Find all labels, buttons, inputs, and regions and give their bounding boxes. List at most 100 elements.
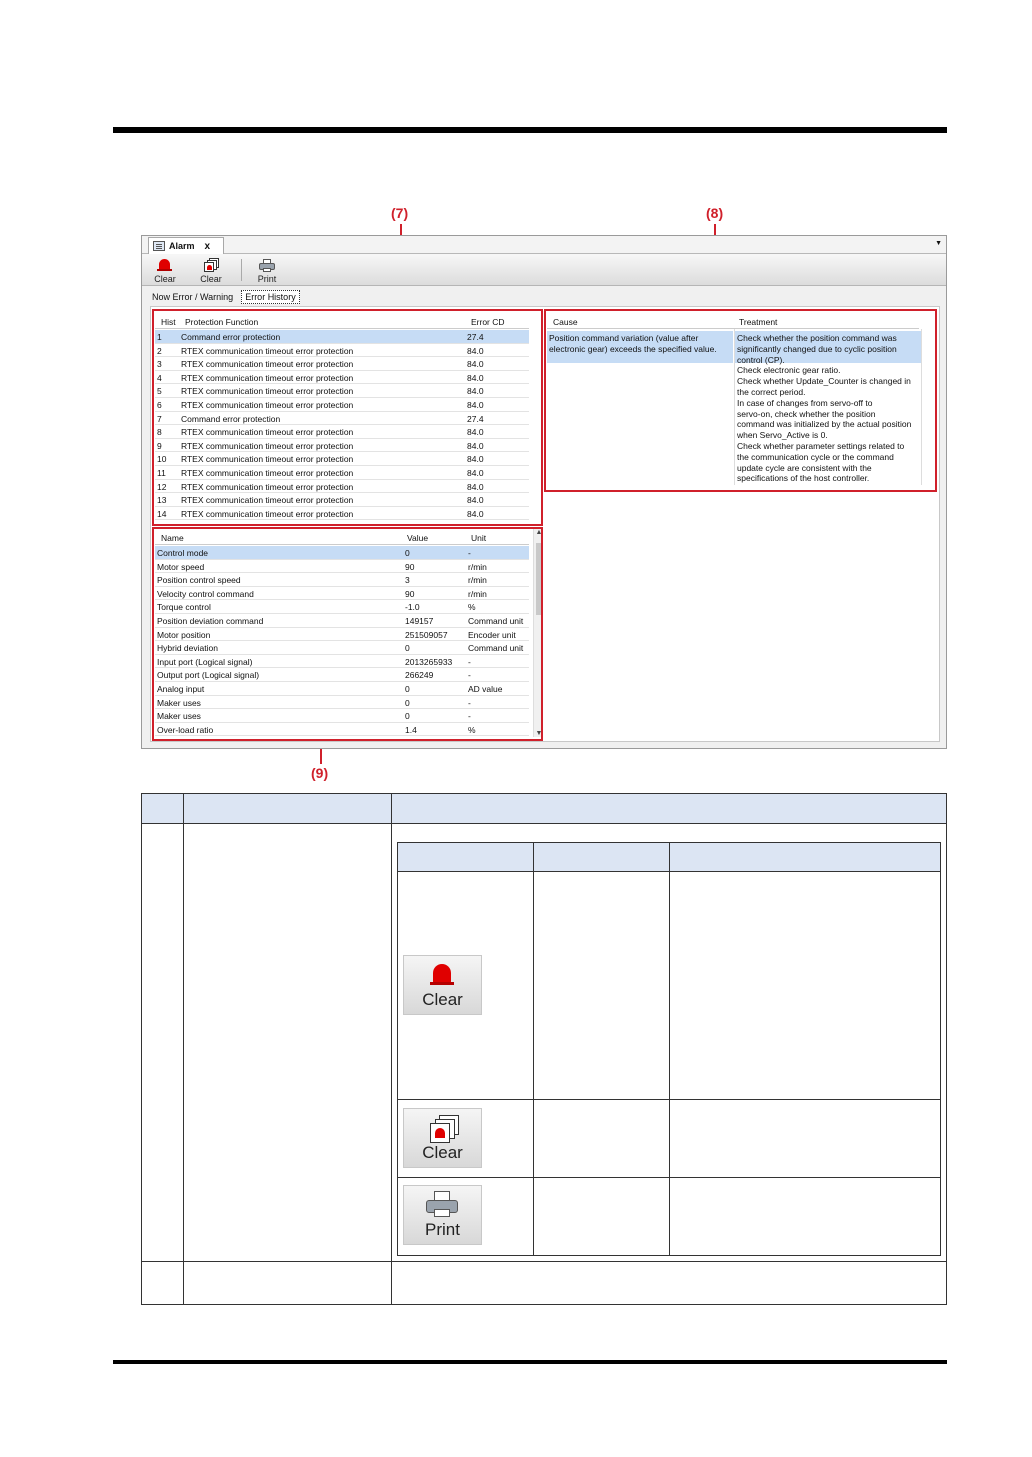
alarm-tab[interactable]: Alarm x <box>148 237 224 254</box>
cause-cell[interactable]: Position command variation (value after e… <box>547 331 733 363</box>
history-row[interactable]: 13 RTEX communication timeout error prote… <box>155 493 529 507</box>
monitor-row[interactable]: Analog input 0 AD value <box>155 682 529 696</box>
inner-cell-clearall-desc <box>669 1099 941 1178</box>
monitor-row[interactable]: Motor speed 90 r/min <box>155 560 529 574</box>
monitor-cell-name: Position control speed <box>157 575 241 586</box>
history-row[interactable]: 2 RTEX communication timeout error protec… <box>155 344 529 358</box>
table-cell-item-7 <box>183 823 392 1262</box>
alarm-list-icon <box>153 241 165 251</box>
tab-now-error[interactable]: Now Error / Warning <box>148 290 237 304</box>
monitor-row[interactable]: Velocity control command 90 r/min <box>155 587 529 601</box>
cause-text: Position command variation (value after e… <box>549 333 717 354</box>
footer-rule <box>113 1360 947 1364</box>
history-cell-function: RTEX communication timeout error protect… <box>181 427 354 438</box>
monitor-cell-unit: Encoder unit <box>468 629 516 640</box>
scroll-thumb[interactable] <box>536 543 542 615</box>
col-error-code: Error CD <box>471 317 505 327</box>
history-cell-code: 27.4 <box>467 413 484 424</box>
monitor-row[interactable]: Torque control -1.0% <box>155 600 529 614</box>
history-cell-hist: 14 <box>157 508 167 519</box>
printer-icon <box>259 259 275 272</box>
table-header-item <box>183 793 392 824</box>
clear-all-button-label: Clear <box>200 274 222 284</box>
history-cell-hist: 9 <box>157 440 162 451</box>
monitor-row[interactable]: Position control speed 3 r/min <box>155 573 529 587</box>
monitor-cell-name: Motor position <box>157 629 211 640</box>
clear-history-icon <box>430 1115 460 1143</box>
history-cell-code: 84.0 <box>467 372 484 383</box>
monitor-row[interactable]: Hybrid deviation 0 Command unit <box>155 641 529 655</box>
history-row[interactable]: 7 Command error protection 27.4 <box>155 412 529 426</box>
inner-cell-print-desc <box>669 1177 941 1256</box>
dropdown-arrow-icon[interactable]: ▼ <box>935 240 942 247</box>
monitor-cell-unit: % <box>468 602 476 613</box>
print-button-illustration: Print <box>403 1185 482 1245</box>
monitor-cell-unit: r/min <box>468 575 487 586</box>
history-cell-code: 84.0 <box>467 400 484 410</box>
history-row[interactable]: 3 RTEX communication timeout error protec… <box>155 357 529 371</box>
toolbar-separator <box>241 259 242 281</box>
history-row[interactable]: 5 RTEX communication timeout error protec… <box>155 384 529 398</box>
alarm-window: Alarm x ▼ Clear Clear Print Now Error / … <box>141 235 947 749</box>
history-cell-hist: 5 <box>157 386 162 397</box>
close-icon[interactable]: x <box>205 241 211 252</box>
header-rule <box>113 127 947 133</box>
monitor-row[interactable]: Position deviation command 149157 Command … <box>155 614 529 628</box>
monitor-row[interactable]: Over-load ratio 1.4% <box>155 723 529 737</box>
monitor-row[interactable]: Motor position 251509057 Encoder unit <box>155 628 529 642</box>
monitor-cell-name: Position deviation command <box>157 616 264 626</box>
alarm-tab-label: Alarm <box>169 241 195 251</box>
history-cell-code: 84.0 <box>467 468 484 478</box>
history-row[interactable]: 1 Command error protection 27.4 <box>155 330 529 344</box>
monitor-row[interactable]: Maker uses 0 - <box>155 696 529 710</box>
history-row[interactable]: 4 RTEX communication timeout error protec… <box>155 371 529 385</box>
history-row[interactable]: 6 RTEX communication timeout error protec… <box>155 398 529 412</box>
clear-button[interactable]: Clear <box>146 256 184 284</box>
history-cell-function: RTEX communication timeout error protect… <box>181 440 354 451</box>
monitor-cell-value: 149157 <box>405 616 434 626</box>
treatment-line: Check whether parameter settings related… <box>737 440 905 451</box>
monitor-scrollbar[interactable]: ▲ ▼ <box>533 529 543 737</box>
history-cell-hist: 3 <box>157 359 162 370</box>
col-name: Name <box>161 533 184 543</box>
monitor-row[interactable]: Control mode 0 - <box>155 546 529 560</box>
callout-9: (9) <box>311 765 329 781</box>
inner-cell-clear-desc <box>669 871 941 1100</box>
monitor-row[interactable]: Output port (Logical signal) 266249 - <box>155 668 529 682</box>
monitor-cell-name: Output port (Logical signal) <box>157 670 260 681</box>
clear-all-button-illustration: Clear <box>403 1108 482 1168</box>
monitor-cell-name: Over-load ratio <box>157 724 214 735</box>
monitor-cell-unit: - <box>468 711 471 722</box>
col-hist: Hist <box>161 317 176 327</box>
tab-error-history[interactable]: Error History <box>241 290 300 304</box>
monitor-cell-name: Analog input <box>157 684 205 694</box>
history-row[interactable]: 8 RTEX communication timeout error protec… <box>155 425 529 439</box>
treatment-line: the communication cycle or the command <box>737 451 894 462</box>
treatment-line: Check whether Update_Counter is changed … <box>737 376 911 387</box>
clear-all-illustration-label: Clear <box>422 1143 463 1162</box>
history-row[interactable]: 10 RTEX communication timeout error prote… <box>155 452 529 466</box>
history-cell-function: RTEX communication timeout error protect… <box>181 400 354 410</box>
history-row[interactable]: 9 RTEX communication timeout error protec… <box>155 439 529 453</box>
clear-all-button[interactable]: Clear <box>192 256 230 284</box>
callout-8: (8) <box>706 205 724 221</box>
monitor-row[interactable]: Maker uses 0 - <box>155 709 529 723</box>
table-header-description <box>391 793 947 824</box>
history-cell-code: 84.0 <box>467 495 484 506</box>
print-button[interactable]: Print <box>248 256 286 284</box>
printer-icon <box>426 1191 458 1219</box>
treatment-line: Check whether the position command was <box>737 333 897 343</box>
history-content: Hist Protection Function Error CD 1 Comma… <box>150 306 940 742</box>
history-cell-function: RTEX communication timeout error protect… <box>181 372 354 383</box>
history-row[interactable]: 14 RTEX communication timeout error prote… <box>155 507 529 521</box>
monitor-cell-value: 3 <box>405 575 410 586</box>
history-row[interactable]: 11 RTEX communication timeout error prote… <box>155 466 529 480</box>
scroll-up-icon[interactable]: ▲ <box>534 529 544 536</box>
history-row[interactable]: 12 RTEX communication timeout error prote… <box>155 480 529 494</box>
history-cell-code: 84.0 <box>467 508 484 519</box>
history-cell-function: RTEX communication timeout error protect… <box>181 359 354 370</box>
monitor-row[interactable]: Input port (Logical signal) 2013265933 - <box>155 655 529 669</box>
col-protection-function: Protection Function <box>185 317 259 327</box>
scroll-down-icon[interactable]: ▼ <box>534 730 544 737</box>
treatment-text: Check whether the position command was si… <box>737 333 911 484</box>
